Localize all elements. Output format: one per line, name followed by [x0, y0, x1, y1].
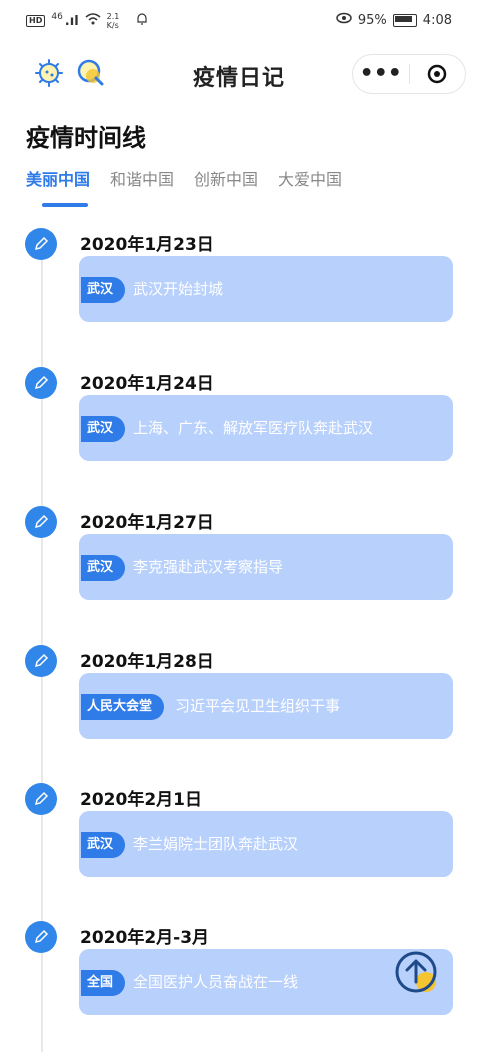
net-speed: 2.1 K/s — [106, 12, 120, 30]
event-text: 习近平会见卫生组织干事 — [175, 697, 341, 715]
event-card[interactable]: 武汉 李克强赴武汉考察指导 — [79, 534, 453, 600]
timeline-entry: 2020年1月28日 人民大会堂 习近平会见卫生组织干事 — [0, 645, 478, 775]
signal-badge: 46 — [51, 12, 63, 22]
timeline-entry: 2020年1月27日 武汉 李克强赴武汉考察指导 — [0, 506, 478, 636]
event-card[interactable]: 武汉 李兰娟院士团队奔赴武汉 — [79, 811, 453, 877]
page-title: 疫情时间线 — [26, 124, 146, 152]
entry-date: 2020年2月1日 — [80, 790, 202, 810]
event-text: 全国医护人员奋战在一线 — [133, 973, 299, 991]
location-tag: 全国 — [81, 970, 126, 996]
target-icon — [428, 64, 447, 84]
timeline-entry: 2020年1月24日 武汉 上海、广东、解放军医疗队奔赴武汉 — [0, 367, 478, 497]
entry-date: 2020年1月23日 — [80, 235, 214, 255]
pencil-icon — [25, 506, 57, 538]
pencil-icon — [25, 921, 57, 953]
timeline-entry: 2020年2月1日 武汉 李兰娟院士团队奔赴武汉 — [0, 783, 478, 913]
eye-icon — [336, 12, 352, 28]
event-card[interactable]: 武汉 上海、广东、解放军医疗队奔赴武汉 — [79, 395, 453, 461]
more-button[interactable]: ••• — [353, 63, 409, 85]
entry-date: 2020年2月-3月 — [80, 928, 210, 948]
tab-beautiful-china[interactable]: 美丽中国 — [26, 166, 90, 190]
event-text: 武汉开始封城 — [133, 280, 224, 298]
pencil-icon — [25, 645, 57, 677]
event-card[interactable]: 武汉 武汉开始封城 — [79, 256, 453, 322]
mini-program-capsule: ••• — [352, 54, 466, 94]
timeline-entry: 2020年1月23日 武汉 武汉开始封城 — [0, 228, 478, 358]
status-bar: HD 46 .ıl 2.1 K/s 95% 4:08 — [0, 0, 478, 40]
pencil-icon — [25, 228, 57, 260]
event-text: 上海、广东、解放军医疗队奔赴武汉 — [133, 419, 374, 437]
event-text: 李克强赴武汉考察指导 — [133, 558, 284, 576]
clock: 4:08 — [422, 12, 452, 28]
entry-date: 2020年1月24日 — [80, 374, 214, 394]
tab-active-indicator — [42, 203, 88, 207]
location-tag: 武汉 — [81, 832, 126, 858]
close-button[interactable] — [410, 64, 466, 84]
wifi-icon — [85, 13, 101, 29]
pencil-icon — [25, 783, 57, 815]
pencil-icon — [25, 367, 57, 399]
location-tag: 武汉 — [81, 416, 126, 442]
category-tabs: 美丽中国 和谐中国 创新中国 大爱中国 — [26, 166, 342, 190]
tab-innovative-china[interactable]: 创新中国 — [194, 166, 258, 190]
nav-bar: 疫情日记 ••• — [0, 50, 478, 98]
signal-bars-icon: .ıl — [64, 13, 79, 29]
battery-icon — [392, 13, 417, 27]
arrow-up-icon — [395, 951, 437, 993]
scroll-to-top-button[interactable] — [392, 948, 442, 998]
entry-date: 2020年1月28日 — [80, 652, 214, 672]
battery-percent: 95% — [357, 12, 387, 28]
location-tag: 武汉 — [81, 555, 126, 581]
location-tag: 人民大会堂 — [81, 694, 165, 720]
location-tag: 武汉 — [81, 277, 126, 303]
tab-harmonious-china[interactable]: 和谐中国 — [110, 166, 174, 190]
entry-date: 2020年1月27日 — [80, 513, 214, 533]
tab-loving-china[interactable]: 大爱中国 — [278, 166, 342, 190]
notification-icon — [135, 12, 149, 30]
event-text: 李兰娟院士团队奔赴武汉 — [133, 835, 299, 853]
hd-badge: HD — [26, 15, 46, 27]
event-card[interactable]: 人民大会堂 习近平会见卫生组织干事 — [79, 673, 453, 739]
